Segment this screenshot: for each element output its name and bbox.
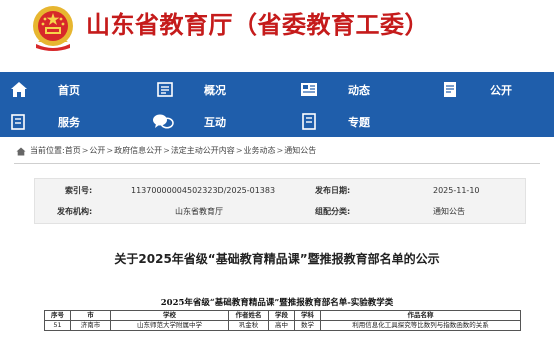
breadcrumb: 当前位置: 首页 > 公开 > 政府信息公开 > 法定主动公开内容 > 业务动态… — [16, 143, 316, 159]
breadcrumb-divider — [14, 163, 540, 164]
table-cell: 山东师范大学附属中学 — [110, 320, 229, 331]
nav-label-interaction: 互动 — [204, 115, 226, 129]
nav-item-topic[interactable]: 专题 — [300, 106, 370, 137]
breadcrumb-item-statutory[interactable]: 法定主动公开内容 — [171, 143, 235, 159]
nominee-table: 序号 市 学校 作者姓名 学段 学科 作品名称 51 济南市 山东师范大学附属中… — [44, 310, 521, 331]
category-value: 通知公告 — [433, 207, 465, 216]
disclosure-icon — [444, 82, 456, 97]
column-header: 作者姓名 — [228, 310, 269, 321]
table-cell: 高中 — [268, 320, 295, 331]
nav-item-service[interactable]: 服务 — [10, 106, 80, 137]
breadcrumb-item-notices[interactable]: 通知公告 — [284, 143, 316, 159]
breadcrumb-item-gov-info[interactable]: 政府信息公开 — [114, 143, 162, 159]
nav-label-service: 服务 — [58, 115, 80, 129]
index-label: 索引号: — [65, 186, 93, 195]
table-cell: 数学 — [294, 320, 321, 331]
news-icon — [301, 83, 317, 96]
column-header: 学段 — [268, 310, 295, 321]
breadcrumb-separator: > — [163, 146, 170, 155]
topic-icon — [302, 113, 316, 130]
chat-icon — [153, 114, 174, 129]
index-value: 11370000004502323D/2025-01383 — [131, 186, 276, 195]
home-icon — [11, 82, 27, 97]
date-value: 2025-11-10 — [433, 186, 480, 195]
nav-label-topic: 专题 — [348, 115, 370, 129]
publisher-label: 发布机构: — [57, 207, 93, 216]
nav-item-interaction[interactable]: 互动 — [152, 106, 226, 137]
main-navigation: 首页 概况 动态 公开 服务 互动 专题 — [0, 72, 554, 137]
national-emblem-icon — [33, 6, 73, 51]
breadcrumb-separator: > — [276, 146, 284, 155]
nav-item-disclosure[interactable]: 公开 — [442, 74, 512, 105]
table-cell: 巩金秋 — [228, 320, 269, 331]
nav-label-disclosure: 公开 — [490, 83, 512, 97]
table-cell: 51 — [44, 320, 71, 331]
breadcrumb-separator: > — [106, 146, 114, 155]
table-cell: 利用信息化工具探究等比数列与指数函数的关系 — [320, 320, 521, 331]
breadcrumb-separator: > — [235, 146, 243, 155]
column-header: 学校 — [110, 310, 229, 321]
column-header: 市 — [70, 310, 111, 321]
category-label: 组配分类: — [315, 207, 351, 216]
breadcrumb-item-disclosure[interactable]: 公开 — [89, 143, 105, 159]
nav-label-news: 动态 — [348, 83, 370, 97]
date-label: 发布日期: — [315, 186, 351, 195]
breadcrumb-item-business-news[interactable]: 业务动态 — [244, 143, 276, 159]
column-header: 作品名称 — [320, 310, 521, 321]
location-home-icon — [16, 147, 26, 155]
service-icon — [11, 114, 25, 130]
site-header: 山东省教育厅（省委教育工委） — [0, 0, 554, 68]
profile-icon — [157, 82, 173, 97]
nav-item-home[interactable]: 首页 — [10, 74, 80, 105]
table-caption: 2025年省级“基础教育精品课”暨推报教育部名单-实验教学类 — [160, 298, 394, 308]
article-title: 关于2025年省级“基础教育精品课”暨推报教育部名单的公示 — [114, 252, 440, 266]
column-header: 学科 — [294, 310, 321, 321]
table-cell: 济南市 — [70, 320, 111, 331]
breadcrumb-prefix: 当前位置: — [30, 146, 65, 155]
table-header-row: 序号 市 学校 作者姓名 学段 学科 作品名称 — [44, 310, 521, 321]
breadcrumb-separator: > — [81, 146, 89, 155]
breadcrumb-item-home[interactable]: 首页 — [65, 143, 81, 159]
column-header: 序号 — [44, 310, 71, 321]
nav-item-profile[interactable]: 概况 — [156, 74, 226, 105]
nav-label-profile: 概况 — [204, 83, 226, 97]
site-title[interactable]: 山东省教育厅（省委教育工委） — [86, 10, 429, 40]
nav-item-news[interactable]: 动态 — [300, 74, 370, 105]
table-row: 51 济南市 山东师范大学附属中学 巩金秋 高中 数学 利用信息化工具探究等比数… — [44, 320, 521, 331]
document-meta-box: 索引号: 11370000004502323D/2025-01383 发布日期:… — [34, 178, 526, 224]
publisher-value: 山东省教育厅 — [175, 207, 223, 216]
nav-label-home: 首页 — [58, 83, 80, 97]
